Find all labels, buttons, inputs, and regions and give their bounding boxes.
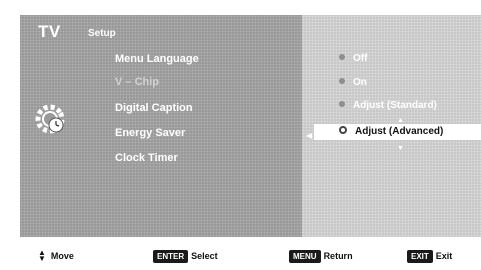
menu-item-menu-language[interactable]: Menu Language — [115, 53, 199, 65]
option-on-label: On — [353, 77, 367, 88]
menu-key[interactable]: MENU — [289, 249, 321, 263]
option-on[interactable]: On — [332, 75, 367, 91]
tv-title: TV — [38, 22, 61, 41]
enter-key[interactable]: ENTER — [153, 249, 189, 263]
down-arrow-icon[interactable]: ▼ — [397, 145, 404, 152]
exit-hint[interactable]: EXIT Exit — [407, 246, 452, 266]
option-off-label: Off — [353, 53, 368, 64]
menu-hint[interactable]: MENU Return — [289, 246, 353, 266]
up-down-arrows-icon: ▲ ▼ — [38, 248, 46, 263]
radio-icon — [339, 54, 345, 61]
menu-item-v-chip[interactable]: V – Chip — [115, 76, 159, 88]
tv-setup-screen: { "header": { "title": "TV", "section": … — [0, 0, 481, 270]
radio-icon — [339, 101, 345, 108]
gear-clock-icon — [35, 104, 65, 134]
option-adjust-advanced-label: Adjust (Advanced) — [355, 126, 444, 137]
option-adjust-advanced[interactable]: Adjust (Advanced) — [314, 124, 481, 140]
option-adjust-standard-label: Adjust (Standard) — [353, 100, 437, 111]
select-label: Select — [191, 251, 218, 261]
radio-icon — [339, 78, 345, 85]
return-label: Return — [323, 251, 353, 261]
enter-hint[interactable]: ENTER Select — [153, 246, 218, 266]
left-arrow-icon[interactable]: ◀ — [306, 131, 312, 140]
exit-label: Exit — [435, 251, 453, 261]
option-off[interactable]: Off — [332, 51, 367, 67]
exit-key[interactable]: EXIT — [407, 249, 433, 263]
move-hint: ▲ ▼ Move — [38, 246, 74, 266]
setup-section-title: Setup — [88, 28, 116, 39]
menu-item-digital-caption[interactable]: Digital Caption — [115, 102, 193, 114]
move-label: Move — [50, 251, 74, 261]
key-hint-bar: ▲ ▼ Move ENTER Select MENU Return EXIT Ex… — [38, 246, 481, 266]
up-arrow-icon[interactable]: ▲ — [397, 117, 404, 124]
menu-item-clock-timer[interactable]: Clock Timer — [115, 152, 178, 164]
radio-selected-icon — [339, 126, 347, 135]
menu-item-energy-saver[interactable]: Energy Saver — [115, 127, 185, 139]
option-adjust-standard[interactable]: Adjust (Standard) — [332, 98, 437, 114]
